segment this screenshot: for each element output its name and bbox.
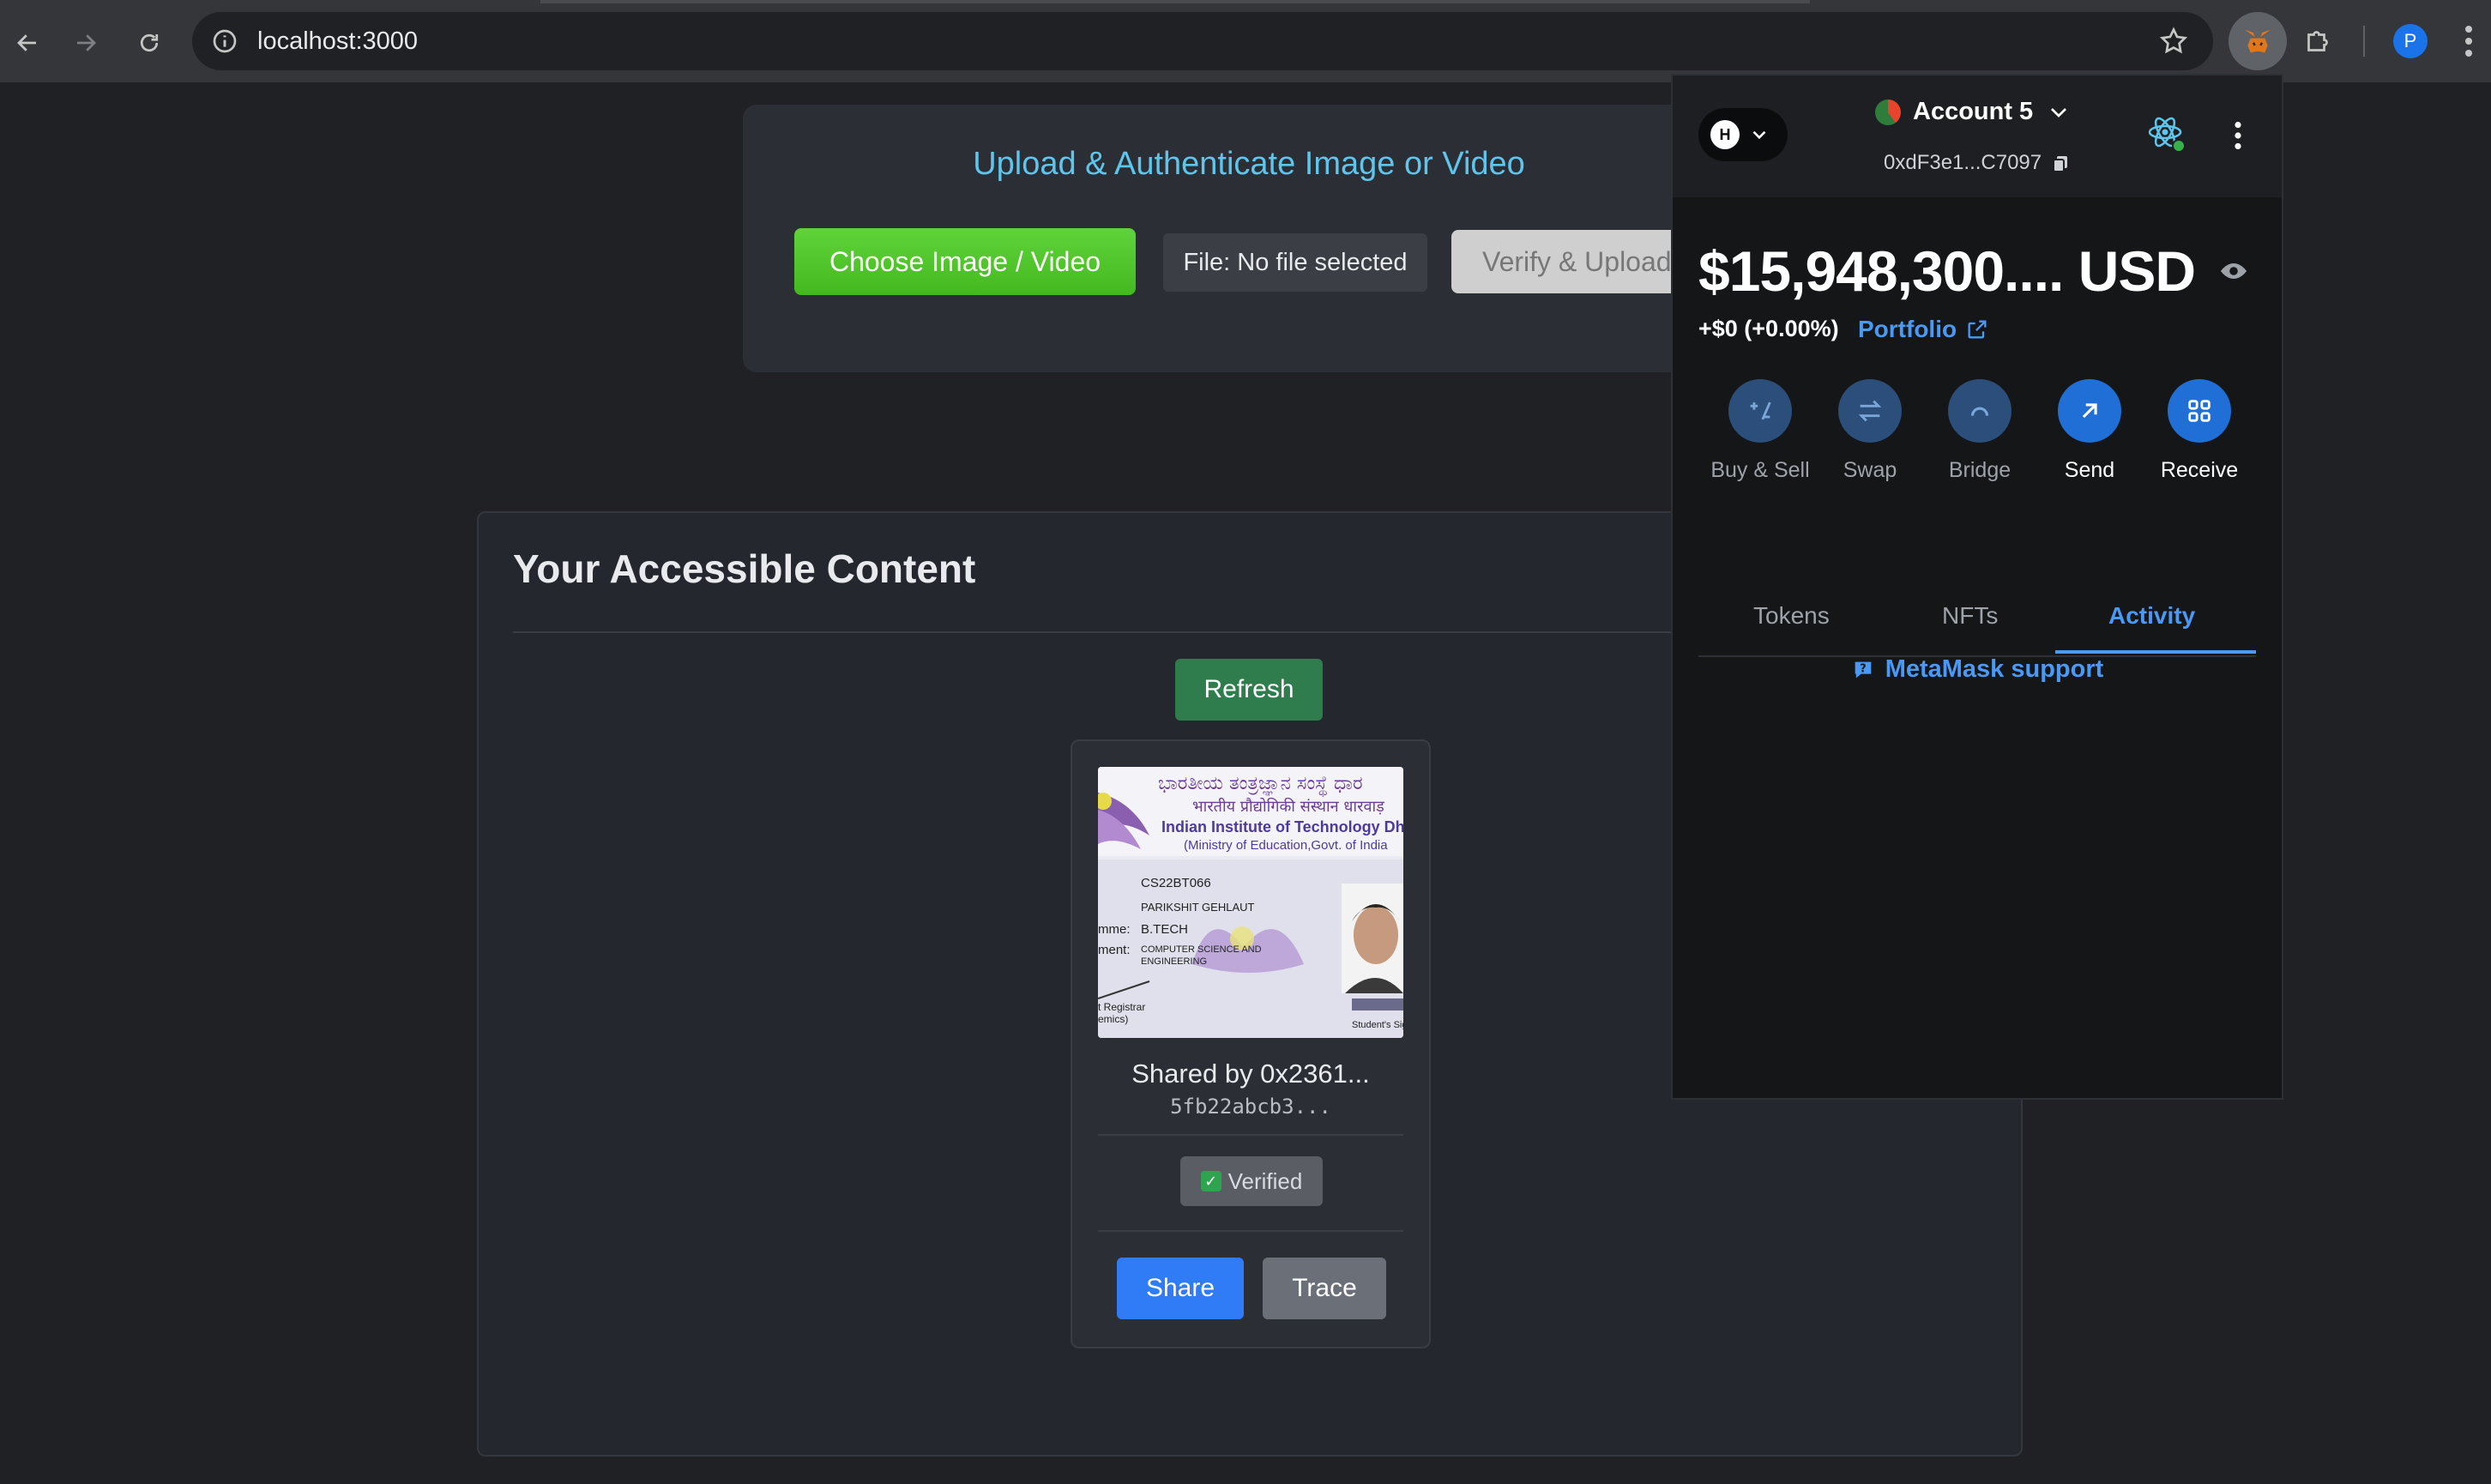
- balance-change: +$0 (+0.00%): [1698, 316, 1839, 341]
- balance-amount: $15,948,300.... USD: [1698, 239, 2196, 303]
- card-programme-label: mme:: [1098, 922, 1131, 937]
- card-roll: CS22BT066: [1141, 876, 1211, 890]
- support-label: MetaMask support: [1885, 655, 2104, 683]
- card-department-label: ment:: [1098, 943, 1131, 957]
- id-card-thumbnail[interactable]: ಭಾರತೀಯ ತಂತ್ರಜ್ಞಾನ ಸಂಸ್ಥೆ ಧಾರ भारतीय प्रौ…: [1098, 767, 1403, 1038]
- account-avatar: [1875, 99, 1901, 125]
- item-divider: [1098, 1230, 1403, 1232]
- bridge-action[interactable]: Bridge: [1928, 379, 2031, 483]
- trace-button[interactable]: Trace: [1263, 1258, 1386, 1319]
- portfolio-label: Portfolio: [1858, 316, 1957, 342]
- upload-title: Upload & Authenticate Image or Video: [973, 146, 1525, 182]
- card-header-ministry: (Ministry of Education,Govt. of India: [1184, 838, 1388, 853]
- browser-toolbar: localhost:3000 P: [0, 0, 2491, 82]
- back-button[interactable]: [3, 19, 51, 67]
- item-divider: [1098, 1134, 1403, 1136]
- verified-badge: ✓ Verified: [1180, 1156, 1323, 1206]
- upload-card: Upload & Authenticate Image or Video Cho…: [743, 105, 1721, 372]
- network-avatar: H: [1710, 120, 1740, 149]
- address-bar[interactable]: localhost:3000: [192, 12, 2213, 70]
- card-student-sign: Student's Sig: [1352, 1020, 1403, 1030]
- metamask-header: H Account 5 0xdF3e1...C7097: [1673, 75, 2282, 197]
- account-name: Account 5: [1913, 98, 2034, 125]
- wallet-tabs: Tokens NFTs Activity: [1698, 578, 2256, 657]
- card-header-english: Indian Institute of Technology Dha: [1161, 818, 1403, 836]
- file-status-label: File: No file selected: [1163, 233, 1427, 292]
- swap-action[interactable]: Swap: [1818, 379, 1921, 483]
- card-name: PARIKSHIT GEHLAUT: [1141, 901, 1254, 914]
- reload-button[interactable]: [125, 19, 173, 67]
- tab-activity[interactable]: Activity: [2108, 602, 2195, 630]
- metamask-extension-button[interactable]: [2229, 12, 2287, 70]
- browser-menu-icon[interactable]: [2460, 22, 2477, 60]
- tab-tokens[interactable]: Tokens: [1753, 602, 1830, 630]
- tab-nfts[interactable]: NFTs: [1942, 602, 1998, 630]
- qr-code-icon: [2168, 379, 2231, 443]
- portfolio-link[interactable]: Portfolio: [1858, 316, 1989, 343]
- copy-icon[interactable]: [2050, 153, 2071, 173]
- send-action[interactable]: Send: [2038, 379, 2141, 483]
- card-header-kannada: ಭಾರತೀಯ ತಂತ್ರಜ್ಞಾನ ಸಂಸ್ಥೆ ಧಾರ: [1158, 773, 1363, 798]
- profile-avatar[interactable]: P: [2393, 24, 2428, 58]
- account-options-icon[interactable]: [2232, 120, 2244, 151]
- network-selector[interactable]: H: [1698, 108, 1788, 161]
- eye-icon[interactable]: [2218, 256, 2249, 287]
- metamask-fox-icon: [2245, 29, 2271, 53]
- tab-strip-edge: [540, 0, 1810, 3]
- back-arrow-icon: [17, 34, 36, 51]
- verified-label: Verified: [1227, 1167, 1303, 1194]
- content-item-card: ಭಾರತೀಯ ತಂತ್ರಜ್ಞಾನ ಸಂಸ್ಥೆ ಧಾರ भारतीय प्रौ…: [1071, 739, 1431, 1348]
- card-registrar-line1: t Registrar: [1098, 1001, 1145, 1013]
- toolbar-separator: [2363, 26, 2365, 57]
- refresh-button[interactable]: Refresh: [1175, 659, 1323, 721]
- chevron-down-icon: [1752, 130, 1766, 140]
- metamask-popup: H Account 5 0xdF3e1...C7097 $15,948,300.…: [1671, 74, 2283, 1100]
- address-text: 0xdF3e1...C7097: [1884, 151, 2042, 174]
- svg-text:?: ?: [1860, 662, 1866, 675]
- metamask-support-link[interactable]: ? MetaMask support: [1673, 655, 2282, 684]
- url-text[interactable]: localhost:3000: [257, 26, 418, 57]
- plus-minus-icon: [1728, 379, 1792, 443]
- share-button[interactable]: Share: [1117, 1258, 1244, 1319]
- chevron-down-icon: [2051, 107, 2067, 118]
- action-label: Bridge: [1948, 458, 2011, 482]
- action-label: Swap: [1843, 458, 1897, 482]
- checkmark-icon: ✓: [1200, 1171, 1221, 1191]
- choose-file-button[interactable]: Choose Image / Video: [794, 228, 1136, 295]
- action-label: Send: [2064, 458, 2115, 482]
- action-label: Receive: [2160, 458, 2239, 482]
- reload-icon: [140, 33, 159, 52]
- arrow-up-right-icon: [2058, 379, 2121, 443]
- action-label: Buy & Sell: [1710, 458, 1810, 482]
- shared-by-text: Shared by 0x2361...: [1131, 1059, 1370, 1089]
- content-hash: 5fb22abcb3...: [1170, 1095, 1331, 1119]
- swap-arrows-icon: [1838, 379, 1902, 443]
- card-department-line2: ENGINEERING: [1141, 956, 1207, 967]
- connected-site-icon[interactable]: [2146, 112, 2187, 153]
- forward-button[interactable]: [62, 19, 110, 67]
- external-link-icon: [1968, 320, 1987, 339]
- account-selector[interactable]: Account 5: [1875, 98, 2072, 126]
- receive-action[interactable]: Receive: [2148, 379, 2251, 483]
- verify-upload-button[interactable]: Verify & Upload: [1451, 230, 1692, 293]
- active-tab-indicator: [2055, 650, 2256, 654]
- id-card-image: ಭಾರತೀಯ ತಂತ್ರಜ್ಞಾನ ಸಂಸ್ಥೆ ಧಾರ भारतीय प्रौ…: [1098, 767, 1403, 1038]
- bridge-arc-icon: [1948, 379, 2011, 443]
- buy-sell-action[interactable]: Buy & Sell: [1709, 379, 1812, 483]
- chat-help-icon: ?: [1855, 661, 1872, 678]
- card-department-line1: COMPUTER SCIENCE AND: [1141, 944, 1262, 955]
- bookmark-star-icon[interactable]: [2158, 26, 2189, 57]
- puzzle-icon: [2307, 31, 2328, 51]
- card-header-hindi: भारतीय प्रौद्योगिकी संस्थान धारवाड़: [1192, 797, 1384, 816]
- forward-arrow-icon: [77, 34, 96, 51]
- card-programme: B.TECH: [1141, 922, 1188, 937]
- card-registrar-line2: emics): [1098, 1013, 1128, 1025]
- site-info-icon[interactable]: [211, 27, 238, 55]
- account-address[interactable]: 0xdF3e1...C7097: [1884, 151, 2071, 175]
- extensions-button[interactable]: [2294, 19, 2342, 63]
- section-title: Your Accessible Content: [513, 546, 976, 591]
